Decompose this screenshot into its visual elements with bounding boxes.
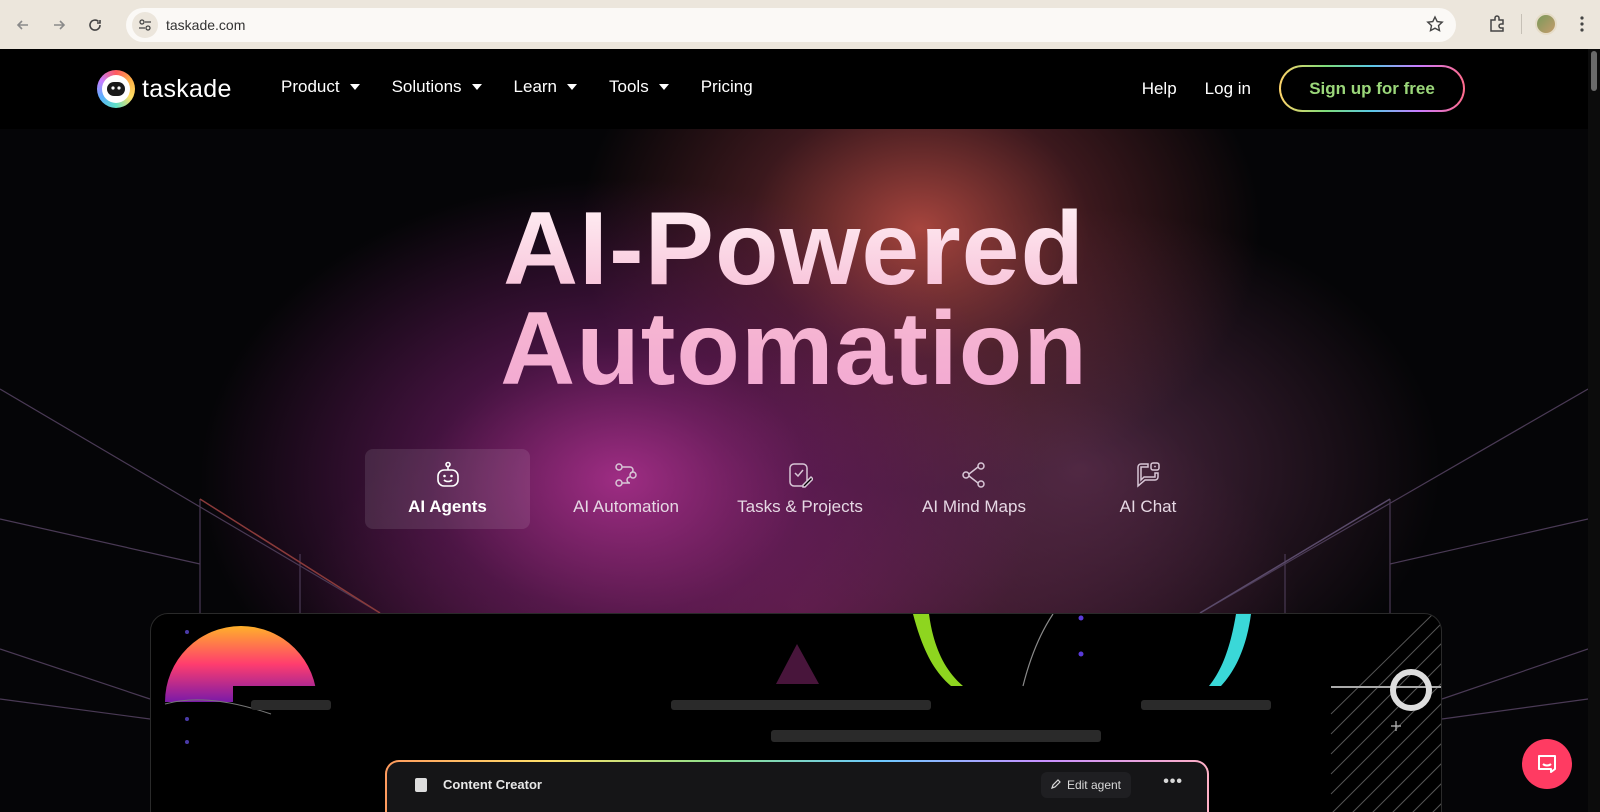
profile-button[interactable]: [1528, 6, 1564, 42]
nav-item-tools[interactable]: Tools: [609, 77, 669, 97]
avatar: [1535, 13, 1557, 35]
chat-bubble-icon: [1538, 755, 1556, 773]
caret-down-icon: [567, 84, 578, 90]
tab-label: AI Mind Maps: [922, 497, 1026, 516]
nav-item-label: Learn: [513, 77, 558, 96]
more-options-icon[interactable]: •••: [1163, 773, 1183, 791]
site-header: taskade Product Solutions Learn Tools Pr…: [0, 49, 1588, 129]
taskade-logo[interactable]: taskade: [97, 70, 232, 108]
nav-item-learn[interactable]: Learn: [513, 77, 578, 97]
chat-launcher-button[interactable]: [1522, 739, 1572, 789]
hero-title-line1: AI-Powered: [502, 191, 1086, 307]
reload-button[interactable]: [77, 7, 113, 43]
caret-down-icon: [658, 84, 669, 90]
login-link[interactable]: Log in: [1205, 79, 1251, 99]
automation-icon: [615, 463, 637, 487]
hero-title: AI-Powered Automation: [0, 199, 1588, 399]
edit-agent-button[interactable]: Edit agent: [1040, 772, 1131, 798]
extensions-button[interactable]: [1479, 6, 1515, 42]
caret-down-icon: [471, 84, 482, 90]
forward-button[interactable]: [41, 7, 77, 43]
signup-button[interactable]: Sign up for free: [1279, 65, 1465, 112]
tasks-icon: [789, 463, 813, 488]
page-scrollbar[interactable]: [1588, 49, 1600, 812]
tab-ai-automation[interactable]: AI Automation: [539, 449, 713, 529]
browser-chrome: taskade.com: [0, 0, 1600, 49]
agent-card[interactable]: Content Creator Edit agent •••: [385, 760, 1209, 812]
tab-ai-mind-maps[interactable]: AI Mind Maps: [887, 449, 1061, 529]
caret-down-icon: [349, 84, 360, 90]
document-icon: [415, 778, 427, 792]
address-bar[interactable]: taskade.com: [126, 8, 1456, 42]
nav-item-label: Pricing: [700, 77, 753, 96]
puzzle-icon: [1490, 15, 1504, 32]
reload-icon: [89, 18, 101, 31]
tab-ai-agents[interactable]: AI Agents: [365, 449, 530, 529]
arrow-left-icon: [16, 19, 28, 30]
arrow-right-icon: [54, 19, 66, 30]
signup-button-label: Sign up for free: [1281, 67, 1463, 110]
kebab-menu-icon: [1580, 16, 1584, 32]
main-nav: Product Solutions Learn Tools Pricing: [281, 77, 785, 97]
nav-item-product[interactable]: Product: [281, 77, 360, 97]
logo-text: taskade: [142, 74, 232, 103]
product-demo-preview: Content Creator Edit agent •••: [150, 613, 1442, 812]
mind-map-icon: [962, 462, 985, 488]
back-button[interactable]: [5, 7, 41, 43]
taskade-logo-icon: [97, 70, 135, 108]
page-viewport: taskade Product Solutions Learn Tools Pr…: [0, 49, 1600, 812]
pencil-icon: [1051, 779, 1061, 789]
robot-icon: [436, 461, 459, 487]
help-link[interactable]: Help: [1142, 79, 1177, 99]
tab-tasks-projects[interactable]: Tasks & Projects: [713, 449, 887, 529]
tab-label: AI Chat: [1119, 497, 1177, 516]
header-actions: Help Log in Sign up for free: [1142, 65, 1465, 112]
edit-agent-label: Edit agent: [1066, 778, 1121, 792]
tab-label: AI Agents: [408, 497, 487, 516]
tab-ai-chat[interactable]: AI Chat: [1061, 449, 1235, 529]
tab-label: AI Automation: [573, 497, 679, 516]
bookmark-star-icon[interactable]: [1426, 15, 1444, 38]
site-info-icon[interactable]: [132, 12, 158, 38]
nav-item-label: Product: [281, 77, 340, 96]
nav-item-label: Solutions: [391, 77, 462, 96]
agent-card-title: Content Creator: [443, 777, 542, 792]
hero-title-line2: Automation: [500, 291, 1088, 407]
feature-tabs: AI Agents AI Automation Tasks & Projects…: [365, 449, 1235, 529]
chrome-divider: [1521, 14, 1522, 34]
nav-item-label: Tools: [609, 77, 649, 96]
browser-menu-button[interactable]: [1564, 6, 1600, 42]
url-text: taskade.com: [166, 17, 246, 33]
tab-label: Tasks & Projects: [737, 497, 863, 516]
nav-item-solutions[interactable]: Solutions: [392, 77, 482, 97]
scrollbar-thumb[interactable]: [1591, 51, 1597, 91]
nav-item-pricing[interactable]: Pricing: [701, 77, 753, 97]
hero-section: AI-Powered Automation: [0, 199, 1588, 399]
chat-icon: [1137, 462, 1160, 488]
